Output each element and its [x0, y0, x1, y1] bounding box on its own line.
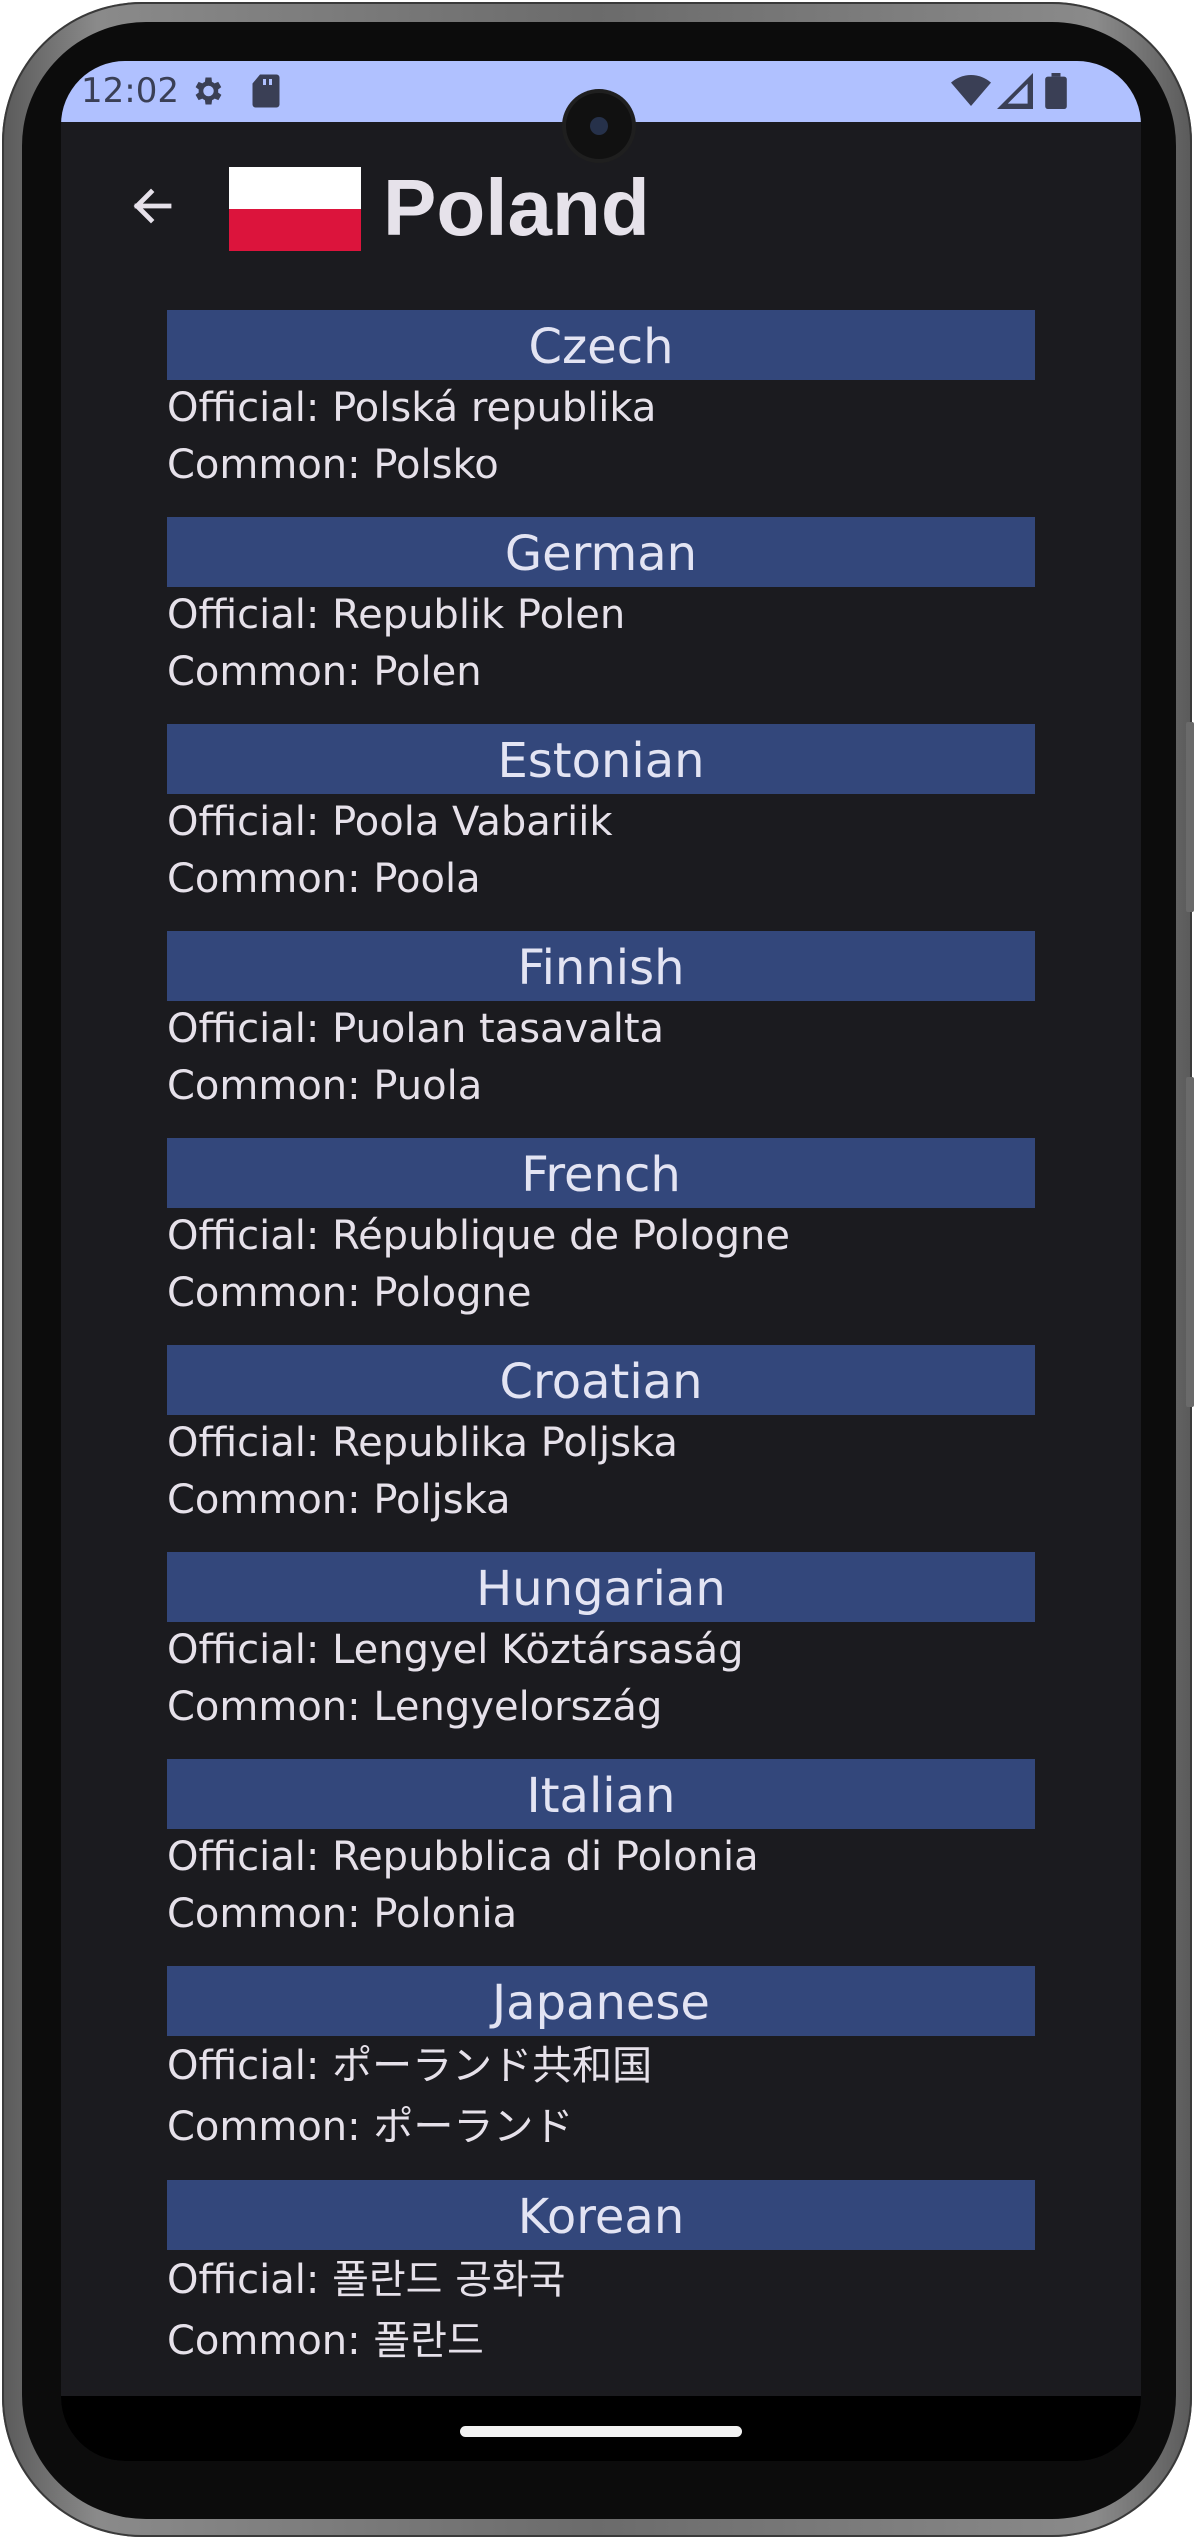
status-time: 12:02: [81, 71, 179, 111]
common-name: Common: Pologne: [167, 1270, 532, 1316]
common-name: Common: Lengyelország: [167, 1684, 663, 1730]
arrow-left-icon: [127, 182, 175, 234]
language-header: Hungarian: [167, 1552, 1035, 1622]
screen: 12:02 Poland Czech Official: Polská repu…: [61, 61, 1141, 2461]
list-item: Estonian Official: Poola Vabariik Common…: [167, 724, 1035, 931]
common-name: Common: Poola: [167, 856, 481, 902]
navigation-bar: [61, 2396, 1141, 2461]
translations-list: Czech Official: Polská republika Common:…: [167, 310, 1035, 2394]
list-item: French Official: République de Pologne C…: [167, 1138, 1035, 1345]
gear-icon: [189, 73, 225, 113]
language-header: Finnish: [167, 931, 1035, 1001]
common-name: Common: Poljska: [167, 1477, 511, 1523]
common-name: Common: Puola: [167, 1063, 483, 1109]
list-item: Italian Official: Repubblica di Polonia …: [167, 1759, 1035, 1966]
official-name: Official: Lengyel Köztársaság: [167, 1627, 744, 1673]
official-name: Official: Republik Polen: [167, 592, 626, 638]
common-name: Common: ポーランド: [167, 2104, 574, 2150]
language-header: French: [167, 1138, 1035, 1208]
language-header: German: [167, 517, 1035, 587]
page-title: Poland: [383, 163, 650, 252]
language-header: Czech: [167, 310, 1035, 380]
wifi-icon: [951, 73, 991, 113]
official-name: Official: République de Pologne: [167, 1213, 790, 1259]
language-header: Estonian: [167, 724, 1035, 794]
common-name: Common: Polen: [167, 649, 482, 695]
common-name: Common: Polsko: [167, 442, 499, 488]
list-item: German Official: Republik Polen Common: …: [167, 517, 1035, 724]
list-item: Japanese Official: ポーランド共和国 Common: ポーラン…: [167, 1966, 1035, 2180]
language-header: Korean: [167, 2180, 1035, 2250]
app-bar: Poland: [61, 122, 1141, 296]
official-name: Official: Republika Poljska: [167, 1420, 678, 1466]
back-button[interactable]: [111, 168, 191, 248]
language-header: Croatian: [167, 1345, 1035, 1415]
list-item: Croatian Official: Republika Poljska Com…: [167, 1345, 1035, 1552]
phone-frame: 12:02 Poland Czech Official: Polská repu…: [2, 2, 1194, 2537]
official-name: Official: Repubblica di Polonia: [167, 1834, 759, 1880]
home-gesture-handle[interactable]: [460, 2426, 742, 2437]
list-item: Finnish Official: Puolan tasavalta Commo…: [167, 931, 1035, 1138]
list-item: Hungarian Official: Lengyel Köztársaság …: [167, 1552, 1035, 1759]
sd-card-icon: [249, 73, 283, 113]
poland-flag: [229, 167, 361, 251]
official-name: Official: Puolan tasavalta: [167, 1006, 665, 1052]
common-name: Common: Polonia: [167, 1891, 518, 1937]
list-item: Czech Official: Polská republika Common:…: [167, 310, 1035, 517]
language-header: Japanese: [167, 1966, 1035, 2036]
official-name: Official: ポーランド共和国: [167, 2043, 653, 2089]
official-name: Official: 폴란드 공화국: [167, 2257, 566, 2303]
power-button: [1186, 722, 1194, 912]
official-name: Official: Poola Vabariik: [167, 799, 613, 845]
signal-icon: [997, 73, 1033, 113]
battery-icon: [1045, 73, 1067, 113]
common-name: Common: 폴란드: [167, 2318, 484, 2364]
official-name: Official: Polská republika: [167, 385, 657, 431]
list-item: Korean Official: 폴란드 공화국 Common: 폴란드: [167, 2180, 1035, 2394]
volume-button: [1186, 1077, 1194, 1407]
language-header: Italian: [167, 1759, 1035, 1829]
